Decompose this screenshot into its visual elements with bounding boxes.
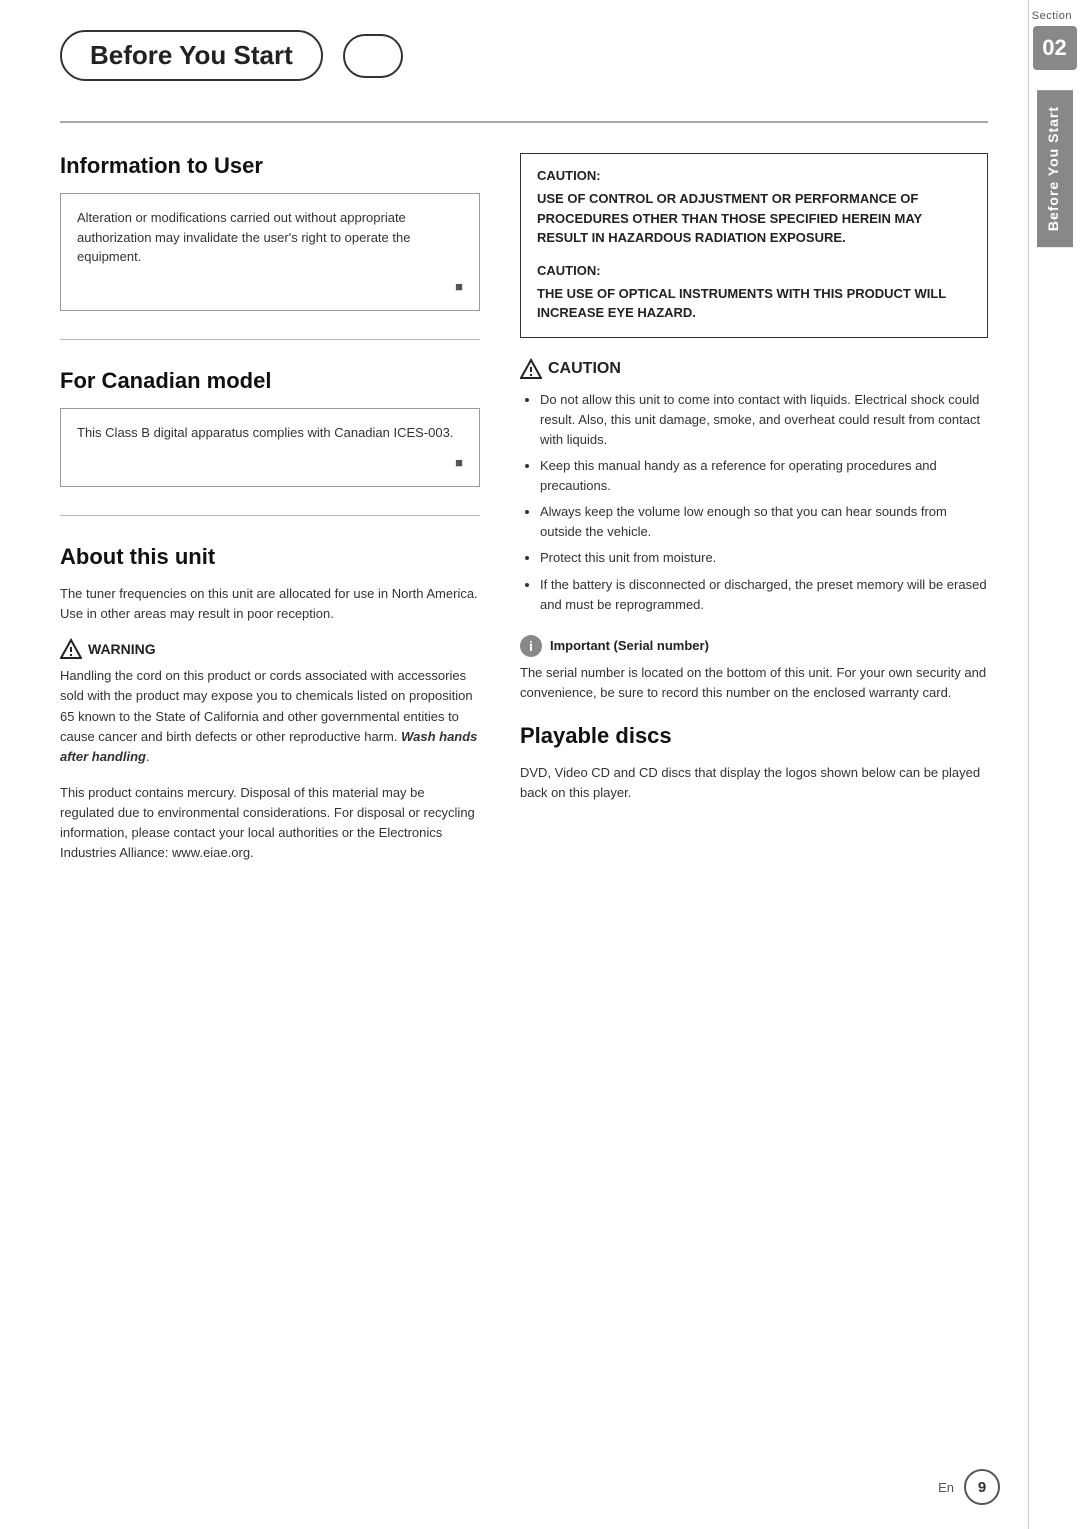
page-container: Section 02 Before You Start Before You S… bbox=[0, 0, 1080, 1529]
main-content: Before You Start Information to User Alt… bbox=[0, 0, 1028, 918]
serial-section: i Important (Serial number) The serial n… bbox=[520, 635, 988, 703]
header-circle bbox=[343, 34, 403, 78]
mercury-text: This product contains mercury. Disposal … bbox=[60, 783, 480, 864]
side-tab: Section 02 Before You Start bbox=[1028, 0, 1080, 1529]
footer-lang: En bbox=[938, 1480, 954, 1495]
warning-end: . bbox=[146, 749, 150, 764]
caution-list-item: Keep this manual handy as a reference fo… bbox=[540, 456, 988, 496]
playable-discs-heading: Playable discs bbox=[520, 723, 988, 749]
info-to-user-heading: Information to User bbox=[60, 153, 480, 179]
caution-title: CAUTION bbox=[520, 358, 988, 380]
serial-icon: i bbox=[520, 635, 542, 657]
canadian-model-section: For Canadian model This Class B digital … bbox=[60, 368, 480, 487]
caution-icon bbox=[520, 358, 542, 380]
caution-label: CAUTION bbox=[548, 360, 621, 378]
about-unit-heading: About this unit bbox=[60, 544, 480, 570]
warning-title: WARNING bbox=[60, 638, 480, 660]
section-label: Section bbox=[1029, 0, 1080, 22]
page-title: Before You Start bbox=[60, 30, 323, 81]
page-header: Before You Start bbox=[60, 30, 988, 81]
caution-box: CAUTION: USE OF CONTROL OR ADJUSTMENT OR… bbox=[520, 153, 988, 338]
playable-discs-section: Playable discs DVD, Video CD and CD disc… bbox=[520, 723, 988, 803]
two-col-layout: Information to User Alteration or modifi… bbox=[60, 153, 988, 878]
about-unit-body: The tuner frequencies on this unit are a… bbox=[60, 584, 480, 624]
serial-title: i Important (Serial number) bbox=[520, 635, 988, 657]
section-number: 02 bbox=[1033, 26, 1077, 70]
caution-list-item: Do not allow this unit to come into cont… bbox=[540, 390, 988, 450]
warning-label: WARNING bbox=[88, 641, 156, 657]
canadian-model-box: This Class B digital apparatus complies … bbox=[60, 408, 480, 487]
serial-text: The serial number is located on the bott… bbox=[520, 663, 988, 703]
caution-box-title-1: CAUTION: bbox=[537, 168, 971, 183]
about-unit-section: About this unit The tuner frequencies on… bbox=[60, 544, 480, 864]
warning-icon bbox=[60, 638, 82, 660]
col-left: Information to User Alteration or modifi… bbox=[60, 153, 480, 878]
caution-list: Do not allow this unit to come into cont… bbox=[520, 390, 988, 615]
side-tab-text: Before You Start bbox=[1037, 90, 1073, 247]
caution-list-item: Protect this unit from moisture. bbox=[540, 548, 988, 568]
warning-block: WARNING Handling the cord on this produc… bbox=[60, 638, 480, 767]
info-to-user-text: Alteration or modifications carried out … bbox=[77, 210, 410, 264]
info-to-user-box: Alteration or modifications carried out … bbox=[60, 193, 480, 311]
caution-box-text-1: USE OF CONTROL OR ADJUSTMENT OR PERFORMA… bbox=[537, 189, 971, 248]
header-underline bbox=[60, 121, 988, 123]
info-box-icon-1: ■ bbox=[77, 277, 463, 297]
page-footer: En 9 bbox=[938, 1469, 1000, 1505]
col-right: CAUTION: USE OF CONTROL OR ADJUSTMENT OR… bbox=[520, 153, 988, 878]
canadian-model-text: This Class B digital apparatus complies … bbox=[77, 425, 453, 440]
serial-title-text: Important (Serial number) bbox=[550, 638, 709, 653]
info-box-icon-2: ■ bbox=[77, 453, 463, 473]
caution-list-item: If the battery is disconnected or discha… bbox=[540, 575, 988, 615]
caution-box-title-2: CAUTION: bbox=[537, 263, 971, 278]
caution-list-item: Always keep the volume low enough so tha… bbox=[540, 502, 988, 542]
warning-text: Handling the cord on this product or cor… bbox=[60, 666, 480, 767]
divider-2 bbox=[60, 515, 480, 516]
info-to-user-section: Information to User Alteration or modifi… bbox=[60, 153, 480, 311]
page-number: 9 bbox=[964, 1469, 1000, 1505]
caution-box-text-2: THE USE OF OPTICAL INSTRUMENTS WITH THIS… bbox=[537, 284, 971, 323]
divider-1 bbox=[60, 339, 480, 340]
canadian-model-heading: For Canadian model bbox=[60, 368, 480, 394]
caution-section: CAUTION Do not allow this unit to come i… bbox=[520, 358, 988, 615]
playable-discs-text: DVD, Video CD and CD discs that display … bbox=[520, 763, 988, 803]
